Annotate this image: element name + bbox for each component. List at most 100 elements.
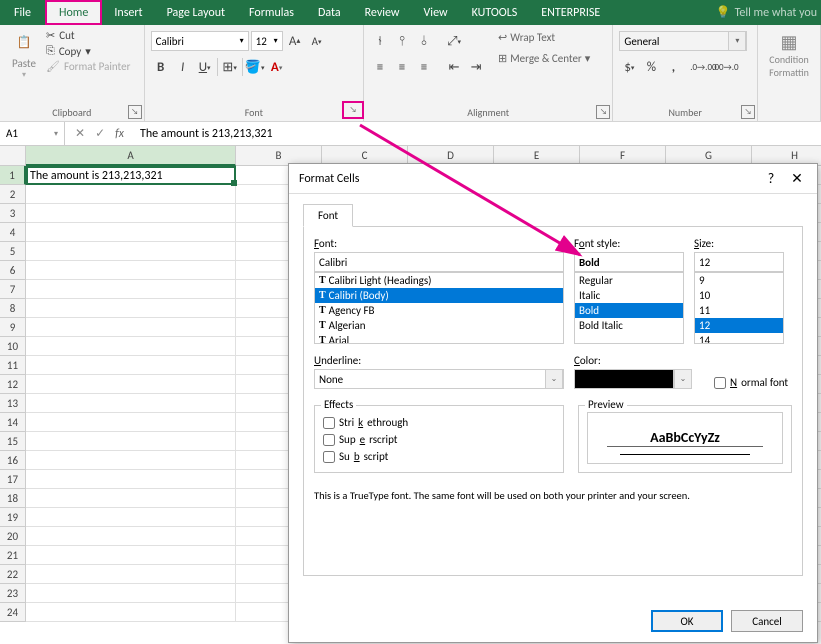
normal-font-checkbox[interactable]: Normal font [714, 376, 788, 389]
align-top-icon[interactable]: ⫮ [370, 31, 390, 51]
font-name-input[interactable] [314, 252, 564, 272]
enter-formula-icon[interactable]: ✓ [95, 126, 105, 141]
tell-me[interactable]: 💡 Tell me what you [716, 5, 821, 20]
style-list-item[interactable]: Bold Italic [575, 318, 683, 333]
font-list-item[interactable]: TCalibri (Body) [315, 288, 563, 303]
style-list-item[interactable]: Bold [575, 303, 683, 318]
cell[interactable] [26, 185, 236, 204]
cancel-formula-icon[interactable]: ✕ [75, 126, 85, 141]
font-color-button[interactable]: A▾ [267, 57, 287, 77]
row-head[interactable]: 3 [0, 204, 26, 223]
borders-button[interactable]: ⊞ ▾ [220, 57, 240, 77]
size-listbox[interactable]: 91011121416 [694, 272, 784, 344]
alignment-launcher[interactable]: ↘ [596, 105, 610, 119]
row-head[interactable]: 19 [0, 508, 26, 527]
size-list-item[interactable]: 10 [695, 288, 783, 303]
font-style-listbox[interactable]: RegularItalicBoldBold Italic [574, 272, 684, 344]
font-style-input[interactable] [574, 252, 684, 272]
size-list-item[interactable]: 12 [695, 318, 783, 333]
font-launcher[interactable]: ↘ [342, 101, 364, 119]
row-head[interactable]: 8 [0, 299, 26, 318]
dialog-close-icon[interactable]: ✕ [787, 170, 807, 187]
name-box[interactable]: A1▾ [0, 122, 65, 145]
cell[interactable] [26, 280, 236, 299]
tab-file[interactable]: File [0, 0, 45, 25]
decrease-font-icon[interactable]: A▾ [307, 31, 327, 51]
tab-view[interactable]: View [412, 0, 460, 25]
cell[interactable] [26, 584, 236, 603]
cell[interactable] [26, 413, 236, 432]
tab-kutools[interactable]: KUTOOLS [460, 0, 530, 25]
cell[interactable] [26, 451, 236, 470]
cell[interactable] [26, 432, 236, 451]
font-size-combo[interactable]: 12▾ [251, 31, 283, 51]
row-head[interactable]: 9 [0, 318, 26, 337]
cut-button[interactable]: ✂Cut [46, 29, 130, 42]
tab-insert[interactable]: Insert [102, 0, 154, 25]
superscript-checkbox[interactable]: Superscript [323, 433, 555, 446]
copy-button[interactable]: ⎘Copy ▾ [46, 44, 130, 58]
style-list-item[interactable]: Italic [575, 288, 683, 303]
row-head[interactable]: 13 [0, 394, 26, 413]
cancel-button[interactable]: Cancel [731, 610, 803, 632]
row-head[interactable]: 23 [0, 584, 26, 603]
row-head[interactable]: 16 [0, 451, 26, 470]
cell[interactable] [26, 261, 236, 280]
subscript-checkbox[interactable]: Subscript [323, 450, 555, 463]
align-center-icon[interactable]: ≡ [392, 57, 412, 77]
font-list-item[interactable]: TCalibri Light (Headings) [315, 273, 563, 288]
wrap-text-button[interactable]: ↩ Wrap Text [498, 31, 590, 44]
row-head[interactable]: 12 [0, 375, 26, 394]
cell[interactable]: The amount is 213,213,321 [26, 166, 236, 185]
cell[interactable] [26, 489, 236, 508]
size-list-item[interactable]: 14 [695, 333, 783, 344]
cell[interactable] [26, 375, 236, 394]
underline-combo[interactable]: None⌄ [314, 369, 564, 389]
ok-button[interactable]: OK [651, 610, 723, 632]
cell[interactable] [26, 546, 236, 565]
size-list-item[interactable]: 9 [695, 273, 783, 288]
tab-home[interactable]: Home [45, 0, 102, 25]
row-head[interactable]: 11 [0, 356, 26, 375]
row-head[interactable]: 14 [0, 413, 26, 432]
size-list-item[interactable]: 11 [695, 303, 783, 318]
fx-icon[interactable]: fx [115, 127, 124, 141]
tab-enterprise[interactable]: ENTERPRISE [529, 0, 612, 25]
number-launcher[interactable]: ↘ [741, 105, 755, 119]
indent-dec-icon[interactable]: ⇤ [444, 57, 464, 77]
row-head[interactable]: 4 [0, 223, 26, 242]
cell[interactable] [26, 242, 236, 261]
percent-format-icon[interactable]: % [641, 57, 661, 77]
row-head[interactable]: 7 [0, 280, 26, 299]
cell[interactable] [26, 337, 236, 356]
comma-format-icon[interactable]: , [663, 57, 683, 77]
conditional-formatting-icon[interactable]: ▦ [780, 31, 797, 53]
size-input[interactable] [694, 252, 784, 272]
accounting-format-icon[interactable]: $▾ [619, 57, 639, 77]
align-middle-icon[interactable]: ⫯ [392, 31, 412, 51]
cell[interactable] [26, 356, 236, 375]
bold-button[interactable]: B [151, 57, 171, 77]
row-head[interactable]: 15 [0, 432, 26, 451]
italic-button[interactable]: I [173, 57, 193, 77]
align-left-icon[interactable]: ≡ [370, 57, 390, 77]
cell[interactable] [26, 565, 236, 584]
decrease-decimal-icon[interactable]: .00→.0 [715, 57, 735, 77]
tab-page-layout[interactable]: Page Layout [155, 0, 237, 25]
underline-button[interactable]: U ▾ [195, 57, 215, 77]
row-head[interactable]: 24 [0, 603, 26, 622]
row-head[interactable]: 22 [0, 565, 26, 584]
row-head[interactable]: 20 [0, 527, 26, 546]
font-list-item[interactable]: TAlgerian [315, 318, 563, 333]
number-format-combo[interactable]: General▾ [619, 31, 747, 51]
cell[interactable] [26, 603, 236, 622]
format-painter-button[interactable]: 🖌Format Painter [46, 60, 130, 73]
cell[interactable] [26, 223, 236, 242]
clipboard-launcher[interactable]: ↘ [128, 105, 142, 119]
cell[interactable] [26, 527, 236, 546]
formula-input[interactable]: The amount is 213,213,321 [134, 127, 821, 141]
font-listbox[interactable]: TCalibri Light (Headings)TCalibri (Body)… [314, 272, 564, 344]
cell[interactable] [26, 318, 236, 337]
tab-data[interactable]: Data [306, 0, 353, 25]
row-head[interactable]: 21 [0, 546, 26, 565]
